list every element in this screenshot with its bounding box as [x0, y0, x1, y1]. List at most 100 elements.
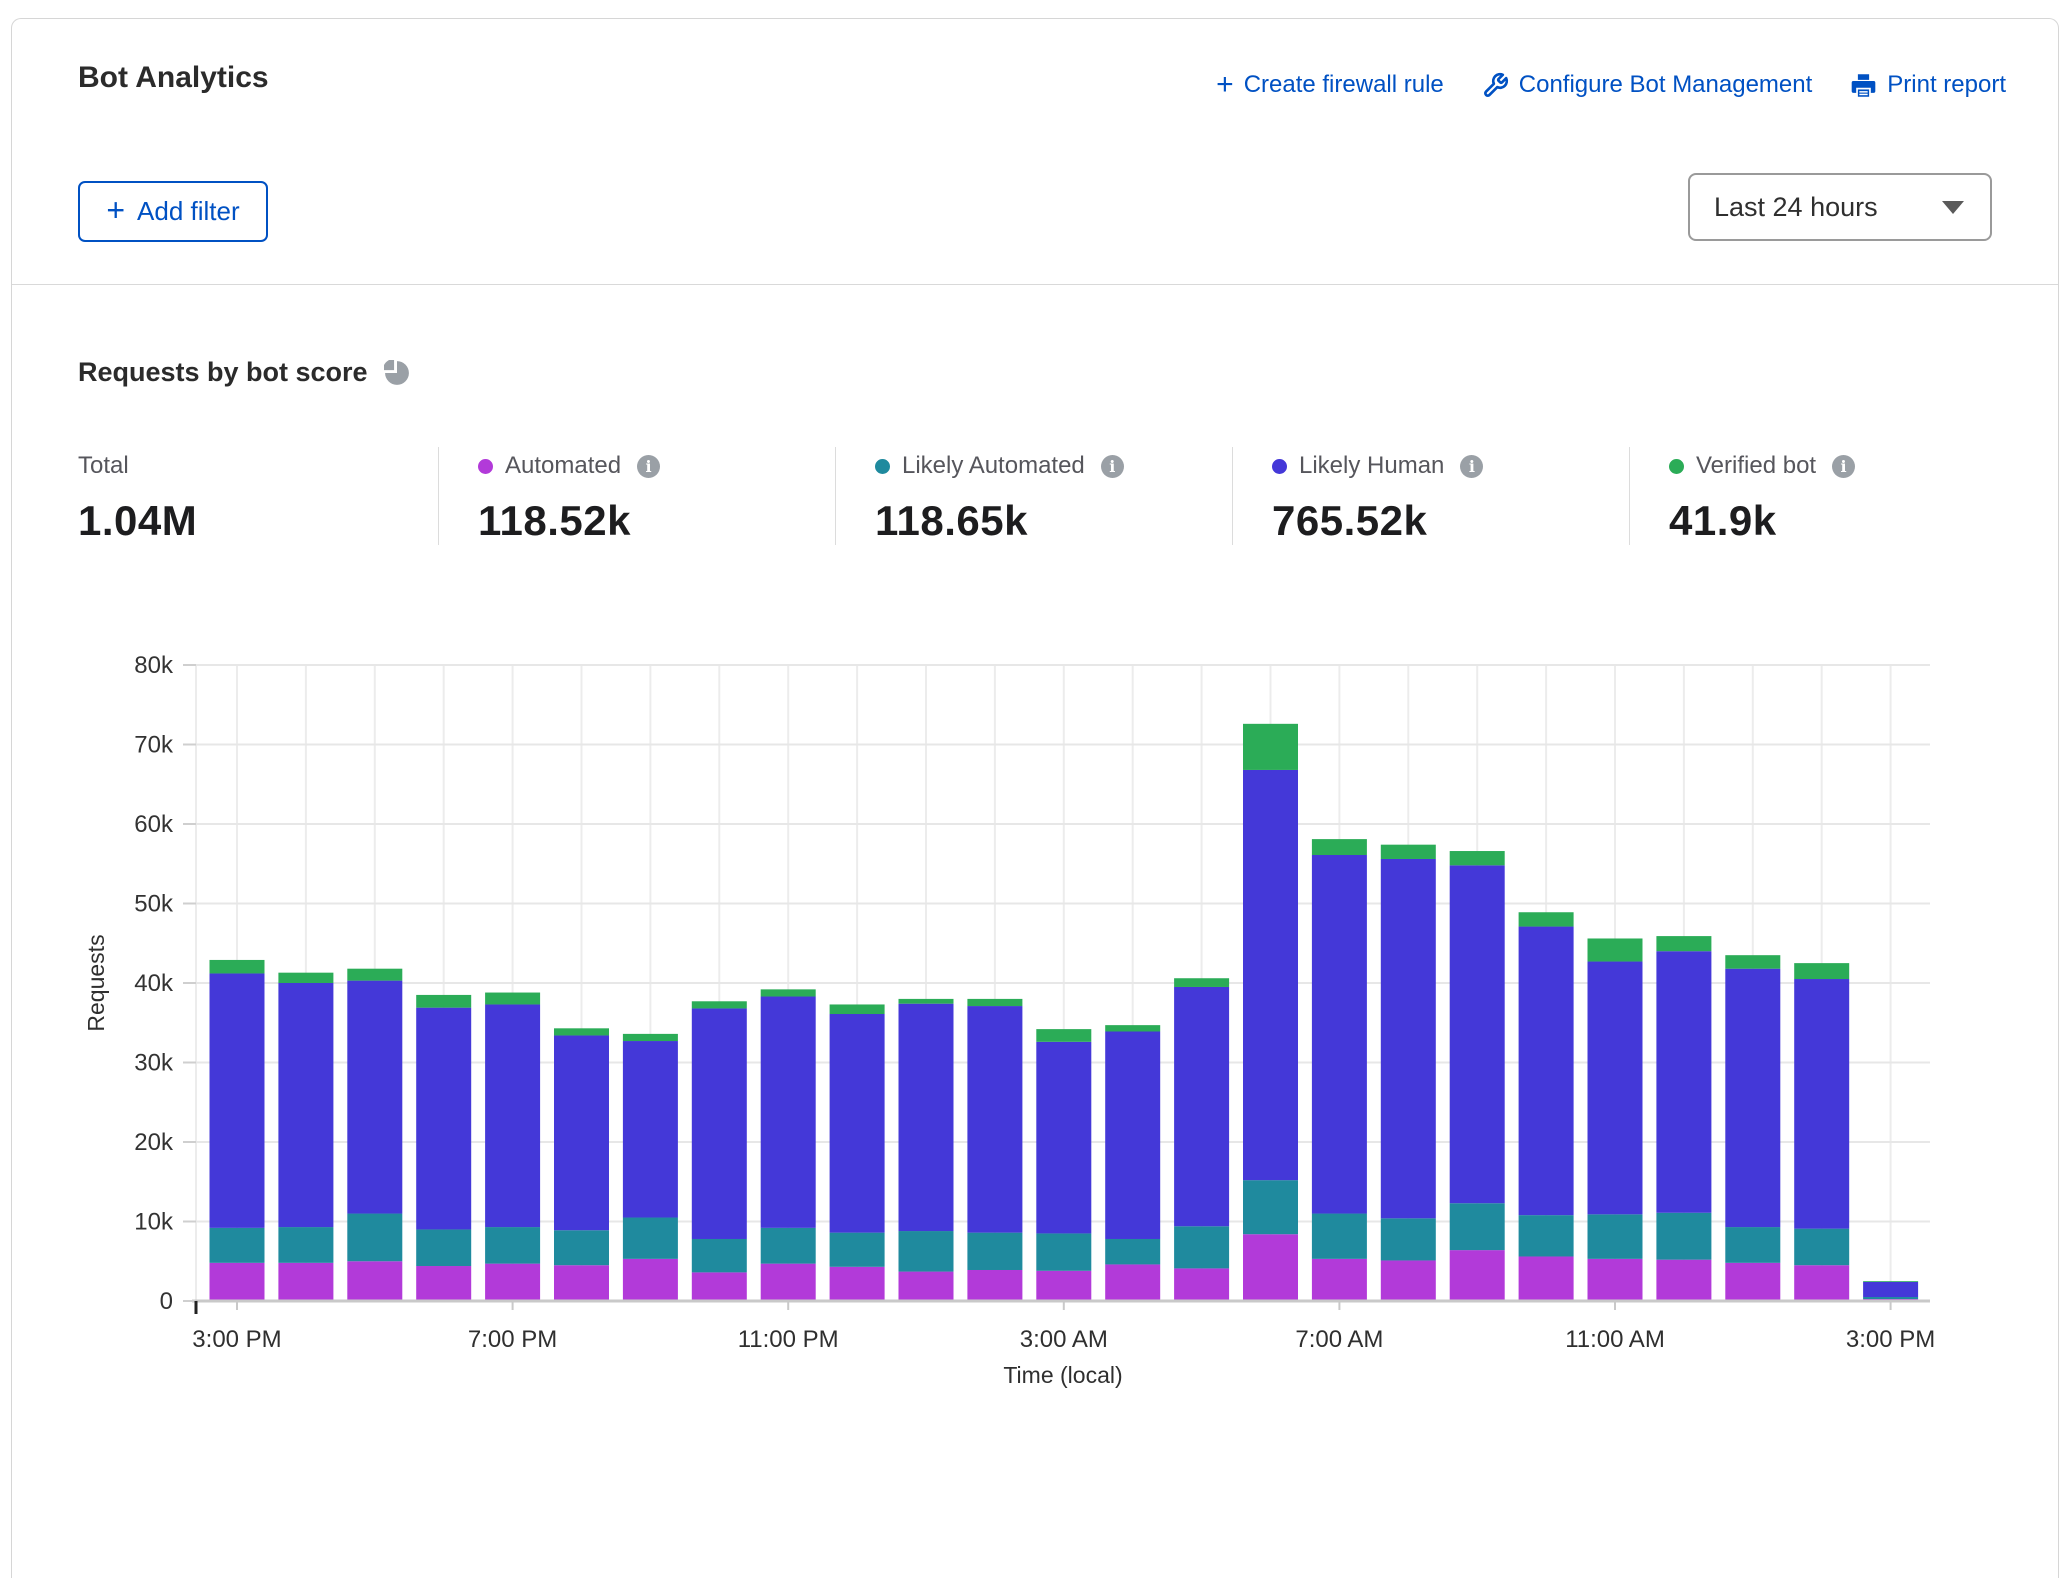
bar-segment [1794, 963, 1849, 979]
printer-icon [1850, 72, 1877, 99]
bar-segment [1519, 1256, 1574, 1301]
bar-segment [1588, 962, 1643, 1215]
likely-human-legend-dot [1272, 459, 1287, 474]
info-icon[interactable]: i [1101, 455, 1124, 478]
bar-segment [967, 1006, 1022, 1233]
print-report-label: Print report [1887, 71, 2006, 99]
bar-segment [761, 1228, 816, 1264]
bar-segment [210, 973, 265, 1227]
bar-segment [1036, 1233, 1091, 1270]
stat-value: 1.04M [78, 497, 438, 545]
verified-bot-legend-dot [1669, 459, 1684, 474]
bar-segment [1174, 1268, 1229, 1301]
bar-segment [830, 1004, 885, 1014]
chevron-down-icon [1942, 201, 1964, 214]
bar-segment [1794, 979, 1849, 1229]
bar-segment [1519, 912, 1574, 926]
bar-segment [1725, 1263, 1780, 1301]
create-firewall-rule-link[interactable]: + Create firewall rule [1216, 71, 1444, 99]
bar-segment [1174, 1226, 1229, 1268]
bar-segment [278, 973, 333, 983]
bar [416, 995, 471, 1301]
time-range-select[interactable]: Last 24 hours [1688, 173, 1992, 241]
bar [1725, 955, 1780, 1301]
stat-value: 41.9k [1669, 497, 2026, 545]
bar-segment [347, 1261, 402, 1301]
bar-segment [1036, 1042, 1091, 1234]
bar-segment [1656, 1260, 1711, 1301]
bar-segment [830, 1267, 885, 1301]
automated-legend-dot [478, 459, 493, 474]
bar-segment [1036, 1271, 1091, 1301]
bar-segment [1312, 1214, 1367, 1259]
stat-value: 118.65k [875, 497, 1232, 545]
stat-label: Likely Human [1299, 452, 1444, 480]
bar-segment [347, 1214, 402, 1262]
header-actions: + Create firewall rule Configure Bot Man… [1216, 71, 2006, 99]
bar-segment [485, 1264, 540, 1301]
bar-segment [416, 1008, 471, 1230]
y-tick-label: 40k [134, 970, 174, 997]
bar-segment [623, 1034, 678, 1041]
bar-segment [830, 1014, 885, 1233]
info-icon[interactable]: i [637, 455, 660, 478]
bar-segment [692, 1239, 747, 1272]
bar-segment [1312, 839, 1367, 855]
bar [1588, 938, 1643, 1301]
bar-segment [1174, 978, 1229, 987]
bar-segment [623, 1041, 678, 1217]
bar-segment [210, 1228, 265, 1263]
bar [1243, 724, 1298, 1301]
add-filter-button[interactable]: + Add filter [78, 181, 268, 242]
y-tick-label: 0 [160, 1288, 173, 1315]
stat-value: 765.52k [1272, 497, 1629, 545]
configure-bot-management-link[interactable]: Configure Bot Management [1482, 71, 1813, 99]
bar-segment [210, 1263, 265, 1301]
pie-chart-icon [384, 360, 410, 386]
bar-segment [1450, 1250, 1505, 1301]
bar-segment [1450, 865, 1505, 1203]
bar-segment [1725, 969, 1780, 1227]
bar [278, 973, 333, 1301]
bar-segment [554, 1035, 609, 1230]
bar-segment [1312, 855, 1367, 1214]
bar [1381, 845, 1436, 1301]
bar [1519, 912, 1574, 1301]
bar-segment [210, 960, 265, 974]
bar-segment [899, 1231, 954, 1272]
bar-segment [416, 1266, 471, 1301]
x-tick-label: 7:00 AM [1295, 1326, 1383, 1353]
stat-total: Total 1.04M [78, 447, 438, 545]
bar-segment [554, 1230, 609, 1265]
bar-segment [1588, 938, 1643, 961]
stats-row: Total 1.04M Automated i 118.52k Likely A… [78, 447, 2026, 545]
bar-segment [623, 1218, 678, 1259]
bar-segment [1656, 1213, 1711, 1260]
bar-segment [1450, 1203, 1505, 1250]
bar [554, 1028, 609, 1301]
bar-segment [554, 1265, 609, 1301]
bar-segment [1381, 845, 1436, 859]
plus-icon: + [106, 198, 125, 222]
bar-segment [1243, 1234, 1298, 1301]
bar-segment [899, 1272, 954, 1301]
bar-segment [1863, 1297, 1918, 1299]
y-tick-label: 70k [134, 732, 174, 759]
y-tick-label: 80k [134, 652, 174, 679]
bar-segment [1105, 1025, 1160, 1031]
bar [692, 1001, 747, 1301]
bar [623, 1034, 678, 1301]
bar-segment [485, 1227, 540, 1264]
print-report-link[interactable]: Print report [1850, 71, 2006, 99]
bar [1312, 839, 1367, 1301]
bar [1105, 1025, 1160, 1301]
bar-segment [1036, 1029, 1091, 1042]
bar-segment [554, 1028, 609, 1035]
stat-label: Total [78, 452, 129, 480]
info-icon[interactable]: i [1832, 455, 1855, 478]
requests-by-bot-score-chart: 010k20k30k40k50k60k70k80k3:00 PM7:00 PM1… [0, 614, 2070, 1394]
info-icon[interactable]: i [1460, 455, 1483, 478]
bar-segment [1725, 1227, 1780, 1263]
stat-likely-human: Likely Human i 765.52k [1232, 447, 1629, 545]
bar-segment [830, 1233, 885, 1267]
